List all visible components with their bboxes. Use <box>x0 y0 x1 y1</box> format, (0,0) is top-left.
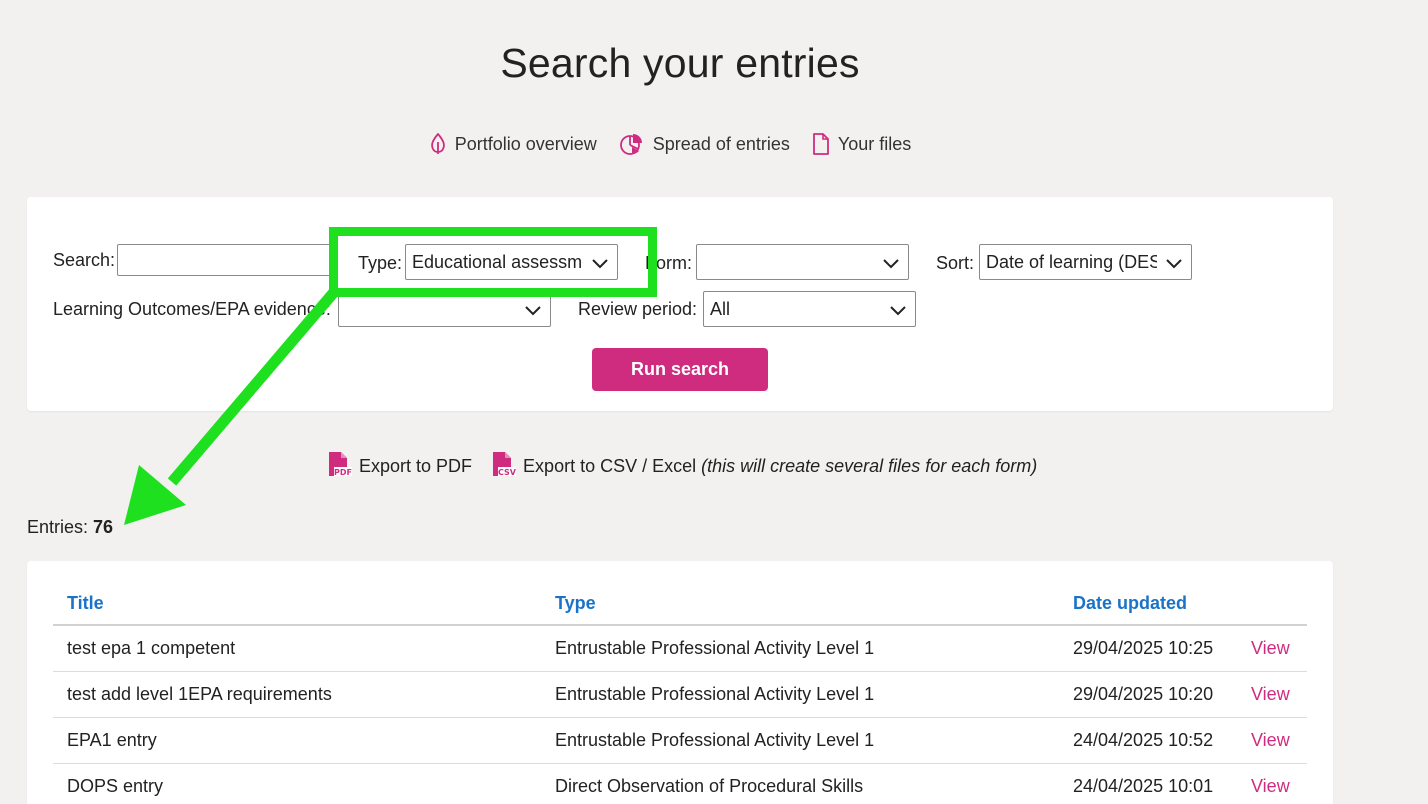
chevron-down-icon <box>524 302 542 323</box>
chevron-down-icon <box>1165 255 1183 276</box>
export-csv-note: (this will create several files for each… <box>701 456 1038 476</box>
column-header-type[interactable]: Type <box>541 585 1059 626</box>
nav-your-files-label: Your files <box>837 133 912 154</box>
table-row: EPA1 entry Entrustable Professional Acti… <box>53 717 1307 764</box>
type-select[interactable]: Educational assessme <box>405 244 618 280</box>
sort-select[interactable]: Date of learning (DES <box>979 244 1192 280</box>
row-date: 24/04/2025 10:01 <box>1059 763 1237 804</box>
view-link[interactable]: View <box>1251 730 1290 750</box>
row-title: DOPS entry <box>53 763 541 804</box>
export-csv-label: Export to CSV / Excel <box>523 456 697 476</box>
row-type: Entrustable Professional Activity Level … <box>541 671 1059 718</box>
learning-outcomes-select[interactable] <box>338 291 551 327</box>
entries-label: Entries: <box>27 517 89 537</box>
file-icon <box>812 133 830 155</box>
row-title: EPA1 entry <box>53 717 541 764</box>
search-label: Search: <box>53 250 116 270</box>
nav-links: Portfolio overview Spread of entries You… <box>0 132 1340 156</box>
row-type: Entrustable Professional Activity Level … <box>541 717 1059 764</box>
view-link[interactable]: View <box>1251 684 1290 704</box>
csv-badge: CSV <box>498 468 516 477</box>
nav-portfolio-overview-label: Portfolio overview <box>454 133 597 154</box>
sort-label: Sort: <box>936 253 975 273</box>
review-period-select-value: All <box>710 298 731 319</box>
nav-your-files[interactable]: Your files <box>812 132 911 156</box>
export-row: PDF Export to PDF CSV Export to CSV / Ex… <box>328 451 1037 482</box>
search-filter-panel: Search: Type: Educational assessme Form:… <box>27 197 1333 411</box>
pie-chart-icon <box>619 132 645 156</box>
row-title: test epa 1 competent <box>53 625 541 672</box>
column-header-actions <box>1237 585 1307 626</box>
results-panel: Title Type Date updated test epa 1 compe… <box>27 561 1333 804</box>
page: Search your entries Portfolio overview S… <box>0 0 1428 804</box>
csv-file-icon: CSV <box>492 451 517 482</box>
table-row: test epa 1 competent Entrustable Profess… <box>53 625 1307 672</box>
chevron-down-icon <box>591 255 609 276</box>
table-row: test add level 1EPA requirements Entrust… <box>53 671 1307 718</box>
entries-number: 76 <box>93 517 114 537</box>
nav-portfolio-overview[interactable]: Portfolio overview <box>429 132 597 156</box>
table-header-row: Title Type Date updated <box>53 585 1307 626</box>
nav-spread-of-entries-label: Spread of entries <box>652 133 790 154</box>
view-link[interactable]: View <box>1251 776 1290 796</box>
export-csv-link[interactable]: CSV Export to CSV / Excel <box>492 451 696 482</box>
form-label: Form: <box>645 253 692 273</box>
view-link[interactable]: View <box>1251 638 1290 658</box>
sort-select-value: Date of learning (DES <box>986 251 1157 272</box>
chevron-down-icon <box>889 302 907 323</box>
type-select-value: Educational assessme <box>412 251 583 272</box>
row-type: Direct Observation of Procedural Skills <box>541 763 1059 804</box>
search-input[interactable] <box>117 244 331 276</box>
form-select[interactable] <box>696 244 909 280</box>
export-pdf-label: Export to PDF <box>359 456 473 476</box>
export-pdf-link[interactable]: PDF Export to PDF <box>328 451 472 482</box>
row-date: 29/04/2025 10:20 <box>1059 671 1237 718</box>
row-date: 29/04/2025 10:25 <box>1059 625 1237 672</box>
page-title: Search your entries <box>500 40 860 86</box>
pdf-file-icon: PDF <box>328 451 352 482</box>
review-period-select[interactable]: All <box>703 291 916 327</box>
type-label: Type: <box>358 253 403 273</box>
run-search-button[interactable]: Run search <box>592 348 768 391</box>
entries-count: Entries: 76 <box>27 517 113 538</box>
nav-spread-of-entries[interactable]: Spread of entries <box>619 132 790 156</box>
column-header-title[interactable]: Title <box>53 585 541 626</box>
results-table: Title Type Date updated test epa 1 compe… <box>53 585 1307 804</box>
learning-outcomes-label: Learning Outcomes/EPA evidence: <box>53 299 331 319</box>
chevron-down-icon <box>882 255 900 276</box>
row-date: 24/04/2025 10:52 <box>1059 717 1237 764</box>
leaf-icon <box>429 133 447 155</box>
table-row: DOPS entry Direct Observation of Procedu… <box>53 763 1307 804</box>
column-header-date-updated[interactable]: Date updated <box>1059 585 1237 626</box>
pdf-badge: PDF <box>334 468 352 477</box>
row-title: test add level 1EPA requirements <box>53 671 541 718</box>
review-period-label: Review period: <box>578 299 698 319</box>
row-type: Entrustable Professional Activity Level … <box>541 625 1059 672</box>
